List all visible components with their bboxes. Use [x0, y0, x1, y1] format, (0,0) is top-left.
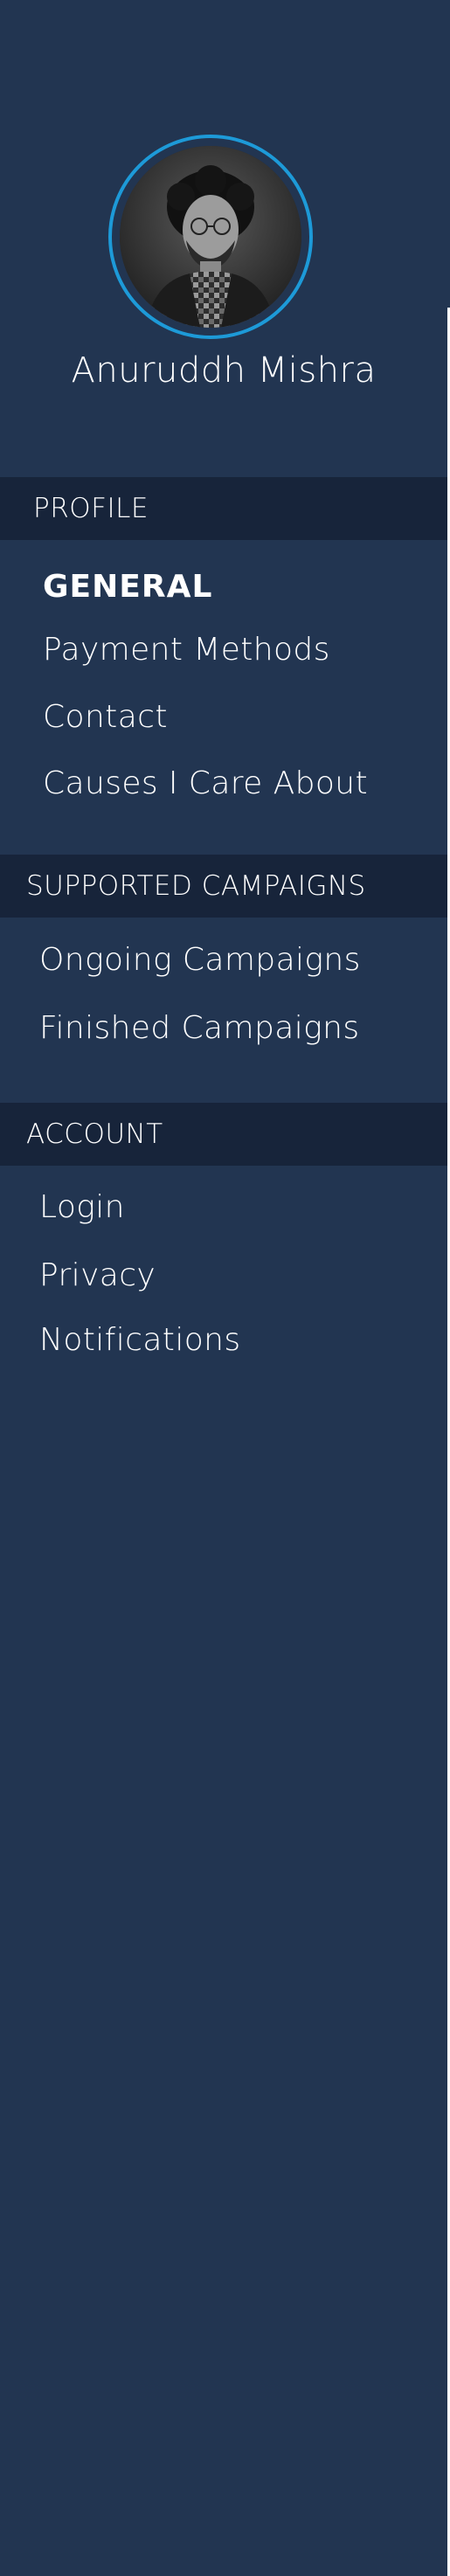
nav-item-ongoing-campaigns[interactable]: Ongoing Campaigns: [39, 941, 361, 979]
nav-item-privacy[interactable]: Privacy: [39, 1257, 156, 1294]
nav-item-general[interactable]: GENERAL: [43, 568, 212, 606]
avatar[interactable]: [120, 146, 301, 328]
nav-item-contact[interactable]: Contact: [43, 698, 168, 736]
nav-item-payment-methods[interactable]: Payment Methods: [43, 631, 330, 668]
avatar-photo-icon: [120, 146, 301, 328]
section-header-profile: PROFILE: [0, 477, 447, 540]
section-header-account: ACCOUNT: [0, 1103, 447, 1166]
nav-item-notifications[interactable]: Notifications: [39, 1321, 241, 1359]
avatar-ring[interactable]: [108, 135, 313, 339]
section-header-label: SUPPORTED CAMPAIGNS: [26, 870, 366, 902]
nav-item-causes[interactable]: Causes I Care About: [43, 765, 368, 802]
user-name: Anuruddh Mishra: [71, 350, 377, 391]
sidebar-menu: Anuruddh Mishra PROFILE GENERAL Payment …: [0, 0, 447, 2576]
section-header-label: ACCOUNT: [26, 1118, 163, 1150]
nav-item-finished-campaigns[interactable]: Finished Campaigns: [39, 1009, 359, 1047]
section-header-label: PROFILE: [33, 493, 149, 524]
nav-item-login[interactable]: Login: [39, 1188, 125, 1226]
section-header-supported-campaigns: SUPPORTED CAMPAIGNS: [0, 855, 447, 918]
